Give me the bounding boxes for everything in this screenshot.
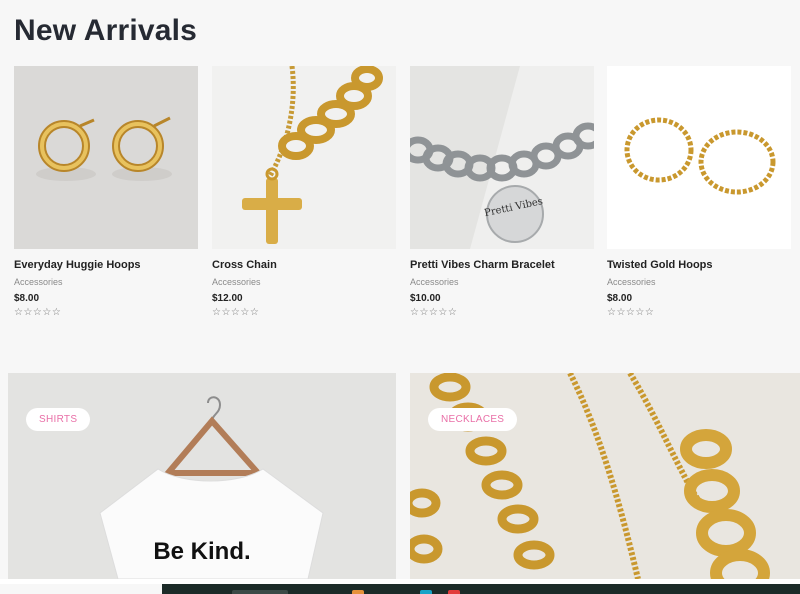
taskbar-app-icon[interactable] (232, 590, 288, 594)
product-price: $8.00 (607, 293, 633, 304)
taskbar-app-icon[interactable] (448, 590, 460, 594)
product-name[interactable]: Twisted Gold Hoops (607, 259, 791, 271)
category-card-necklaces[interactable]: NECKLACES (410, 373, 800, 579)
taskbar-app-icon[interactable] (352, 590, 364, 594)
taskbar (162, 584, 800, 594)
product-image[interactable] (212, 66, 396, 249)
product-card[interactable]: Everyday Huggie Hoops Accessories $8.00 … (14, 66, 198, 318)
product-card[interactable]: Twisted Gold Hoops Accessories $8.00 ☆☆☆… (607, 66, 791, 318)
taskbar-app-icon[interactable] (420, 590, 432, 594)
page-title: New Arrivals (14, 14, 198, 47)
star-rating-icon: ☆☆☆☆☆ (14, 307, 62, 318)
necklace-image (410, 373, 800, 579)
product-card[interactable]: Pretti Vibes Pretti Vibes Charm Bracelet… (410, 66, 594, 318)
star-rating-icon: ☆☆☆☆☆ (212, 307, 260, 318)
category-badge-necklaces[interactable]: NECKLACES (428, 408, 518, 431)
category-badge-shirts[interactable]: SHIRTS (26, 408, 91, 431)
product-image[interactable] (14, 66, 198, 249)
star-rating-icon: ☆☆☆☆☆ (607, 307, 655, 318)
product-price: $12.00 (212, 293, 243, 304)
product-image[interactable]: Pretti Vibes (410, 66, 594, 249)
product-price: $10.00 (410, 293, 441, 304)
star-rating-icon: ☆☆☆☆☆ (410, 307, 458, 318)
product-category[interactable]: Accessories (14, 277, 198, 287)
category-card-shirts[interactable]: Be Kind. SHIRTS (8, 373, 396, 579)
shirt-image: Be Kind. (8, 373, 396, 579)
product-card[interactable]: Cross Chain Accessories $12.00 ☆☆☆☆☆ (212, 66, 396, 318)
product-name[interactable]: Pretti Vibes Charm Bracelet (410, 259, 594, 271)
product-category[interactable]: Accessories (607, 277, 791, 287)
shirt-text: Be Kind. (153, 538, 250, 565)
product-price: $8.00 (14, 293, 40, 304)
product-name[interactable]: Everyday Huggie Hoops (14, 259, 198, 271)
product-category[interactable]: Accessories (212, 277, 396, 287)
product-image[interactable] (607, 66, 791, 249)
product-category[interactable]: Accessories (410, 277, 594, 287)
product-name[interactable]: Cross Chain (212, 259, 396, 271)
product-grid: Everyday Huggie Hoops Accessories $8.00 … (14, 66, 794, 326)
